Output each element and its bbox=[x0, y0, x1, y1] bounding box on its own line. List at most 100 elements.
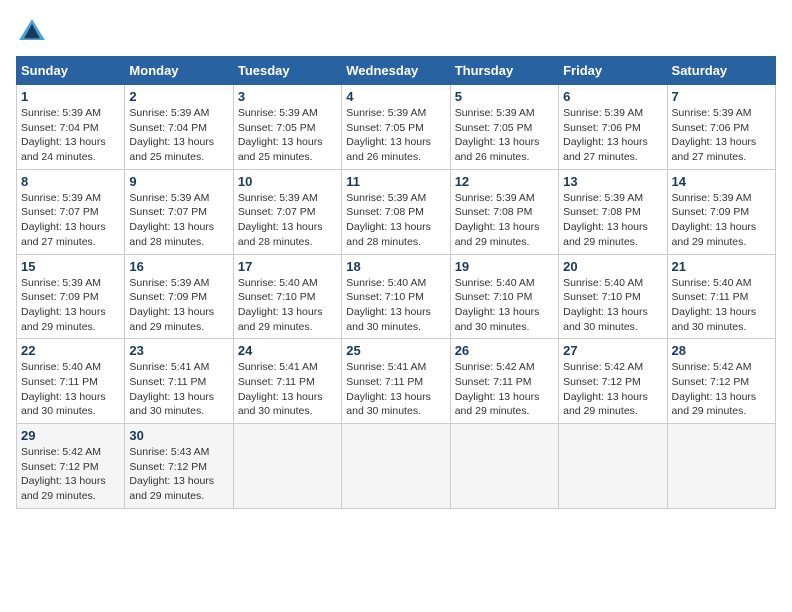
calendar-cell: 13 Sunrise: 5:39 AMSunset: 7:08 PMDayligh… bbox=[559, 169, 667, 254]
calendar-cell: 9 Sunrise: 5:39 AMSunset: 7:07 PMDaylight… bbox=[125, 169, 233, 254]
day-info: Sunrise: 5:39 AMSunset: 7:08 PMDaylight:… bbox=[563, 191, 662, 250]
calendar-cell: 15Sunrise: 5:39 AMSunset: 7:09 PMDayligh… bbox=[17, 254, 125, 339]
logo bbox=[16, 16, 52, 48]
calendar-cell bbox=[559, 424, 667, 509]
day-number: 15 bbox=[21, 259, 120, 274]
calendar-week-2: 8 Sunrise: 5:39 AMSunset: 7:07 PMDaylight… bbox=[17, 169, 776, 254]
day-header-monday: Monday bbox=[125, 57, 233, 85]
day-info: Sunrise: 5:39 AMSunset: 7:06 PMDaylight:… bbox=[672, 106, 771, 165]
day-number: 10 bbox=[238, 174, 337, 189]
day-number: 20 bbox=[563, 259, 662, 274]
day-info: Sunrise: 5:39 AMSunset: 7:05 PMDaylight:… bbox=[238, 106, 337, 165]
calendar-cell: 27 Sunrise: 5:42 AMSunset: 7:12 PMDayligh… bbox=[559, 339, 667, 424]
day-number: 8 bbox=[21, 174, 120, 189]
calendar-cell: 28 Sunrise: 5:42 AMSunset: 7:12 PMDayligh… bbox=[667, 339, 775, 424]
day-number: 3 bbox=[238, 89, 337, 104]
day-number: 13 bbox=[563, 174, 662, 189]
day-info: Sunrise: 5:39 AMSunset: 7:07 PMDaylight:… bbox=[21, 191, 120, 250]
calendar-cell: 5 Sunrise: 5:39 AMSunset: 7:05 PMDaylight… bbox=[450, 85, 558, 170]
calendar-cell: 11 Sunrise: 5:39 AMSunset: 7:08 PMDayligh… bbox=[342, 169, 450, 254]
day-number: 11 bbox=[346, 174, 445, 189]
day-info: Sunrise: 5:39 AMSunset: 7:05 PMDaylight:… bbox=[455, 106, 554, 165]
logo-icon bbox=[16, 16, 48, 48]
day-number: 5 bbox=[455, 89, 554, 104]
day-number: 17 bbox=[238, 259, 337, 274]
day-number: 25 bbox=[346, 343, 445, 358]
day-info: Sunrise: 5:41 AMSunset: 7:11 PMDaylight:… bbox=[346, 360, 445, 419]
calendar-week-3: 15 Sunrise: 5:39 AMSunset: 7:09 PMDayligh… bbox=[17, 254, 776, 339]
day-info: Sunrise: 5:40 AMSunset: 7:10 PMDaylight:… bbox=[455, 276, 554, 335]
day-number: 16 bbox=[129, 259, 228, 274]
day-number: 24 bbox=[238, 343, 337, 358]
calendar-cell: 19 Sunrise: 5:40 AMSunset: 7:10 PMDayligh… bbox=[450, 254, 558, 339]
calendar-cell: 17 Sunrise: 5:40 AMSunset: 7:10 PMDayligh… bbox=[233, 254, 341, 339]
calendar-cell: 23 Sunrise: 5:41 AMSunset: 7:11 PMDayligh… bbox=[125, 339, 233, 424]
calendar-cell: 29 Sunrise: 5:42 AMSunset: 7:12 PMDayligh… bbox=[17, 424, 125, 509]
day-number: 9 bbox=[129, 174, 228, 189]
calendar-cell: 12 Sunrise: 5:39 AMSunset: 7:08 PMDayligh… bbox=[450, 169, 558, 254]
calendar-cell: 8 Sunrise: 5:39 AMSunset: 7:07 PMDaylight… bbox=[17, 169, 125, 254]
day-info: Sunrise: 5:42 AMSunset: 7:12 PMDaylight:… bbox=[563, 360, 662, 419]
calendar-table: SundayMondayTuesdayWednesdayThursdayFrid… bbox=[16, 56, 776, 509]
calendar-cell bbox=[342, 424, 450, 509]
calendar-cell: 10 Sunrise: 5:39 AMSunset: 7:07 PMDayligh… bbox=[233, 169, 341, 254]
day-number: 1 bbox=[21, 89, 120, 104]
calendar-cell: 6Sunrise: 5:39 AMSunset: 7:06 PMDaylight… bbox=[559, 85, 667, 170]
day-header-thursday: Thursday bbox=[450, 57, 558, 85]
day-number: 29 bbox=[21, 428, 120, 443]
calendar-week-1: 1 Sunrise: 5:39 AMSunset: 7:04 PMDaylight… bbox=[17, 85, 776, 170]
day-number: 4 bbox=[346, 89, 445, 104]
calendar-cell bbox=[233, 424, 341, 509]
day-number: 18 bbox=[346, 259, 445, 274]
calendar-cell: 1 Sunrise: 5:39 AMSunset: 7:04 PMDaylight… bbox=[17, 85, 125, 170]
day-number: 23 bbox=[129, 343, 228, 358]
day-number: 6 bbox=[563, 89, 662, 104]
calendar-cell: 18Sunrise: 5:40 AMSunset: 7:10 PMDayligh… bbox=[342, 254, 450, 339]
calendar-cell: 30 Sunrise: 5:43 AMSunset: 7:12 PMDayligh… bbox=[125, 424, 233, 509]
calendar-cell: 7 Sunrise: 5:39 AMSunset: 7:06 PMDaylight… bbox=[667, 85, 775, 170]
day-info: Sunrise: 5:43 AMSunset: 7:12 PMDaylight:… bbox=[129, 445, 228, 504]
day-info: Sunrise: 5:39 AMSunset: 7:04 PMDaylight:… bbox=[21, 106, 120, 165]
calendar-week-5: 29 Sunrise: 5:42 AMSunset: 7:12 PMDayligh… bbox=[17, 424, 776, 509]
day-info: Sunrise: 5:39 AMSunset: 7:08 PMDaylight:… bbox=[346, 191, 445, 250]
day-header-tuesday: Tuesday bbox=[233, 57, 341, 85]
calendar-header-row: SundayMondayTuesdayWednesdayThursdayFrid… bbox=[17, 57, 776, 85]
day-info: Sunrise: 5:39 AMSunset: 7:07 PMDaylight:… bbox=[238, 191, 337, 250]
day-info: Sunrise: 5:39 AMSunset: 7:07 PMDaylight:… bbox=[129, 191, 228, 250]
day-info: Sunrise: 5:39 AMSunset: 7:09 PMDaylight:… bbox=[672, 191, 771, 250]
day-info: Sunrise: 5:40 AMSunset: 7:11 PMDaylight:… bbox=[21, 360, 120, 419]
day-number: 14 bbox=[672, 174, 771, 189]
page-header bbox=[16, 16, 776, 48]
calendar-cell: 3 Sunrise: 5:39 AMSunset: 7:05 PMDaylight… bbox=[233, 85, 341, 170]
day-info: Sunrise: 5:41 AMSunset: 7:11 PMDaylight:… bbox=[129, 360, 228, 419]
calendar-cell: 22Sunrise: 5:40 AMSunset: 7:11 PMDayligh… bbox=[17, 339, 125, 424]
day-info: Sunrise: 5:41 AMSunset: 7:11 PMDaylight:… bbox=[238, 360, 337, 419]
day-info: Sunrise: 5:39 AMSunset: 7:05 PMDaylight:… bbox=[346, 106, 445, 165]
day-number: 27 bbox=[563, 343, 662, 358]
calendar-cell: 14 Sunrise: 5:39 AMSunset: 7:09 PMDayligh… bbox=[667, 169, 775, 254]
day-info: Sunrise: 5:40 AMSunset: 7:10 PMDaylight:… bbox=[563, 276, 662, 335]
day-info: Sunrise: 5:42 AMSunset: 7:12 PMDaylight:… bbox=[672, 360, 771, 419]
calendar-cell: 16 Sunrise: 5:39 AMSunset: 7:09 PMDayligh… bbox=[125, 254, 233, 339]
day-number: 21 bbox=[672, 259, 771, 274]
day-number: 19 bbox=[455, 259, 554, 274]
day-info: Sunrise: 5:40 AMSunset: 7:11 PMDaylight:… bbox=[672, 276, 771, 335]
calendar-cell: 24 Sunrise: 5:41 AMSunset: 7:11 PMDayligh… bbox=[233, 339, 341, 424]
calendar-cell bbox=[450, 424, 558, 509]
day-number: 12 bbox=[455, 174, 554, 189]
calendar-cell bbox=[667, 424, 775, 509]
day-info: Sunrise: 5:42 AMSunset: 7:11 PMDaylight:… bbox=[455, 360, 554, 419]
day-number: 30 bbox=[129, 428, 228, 443]
day-number: 7 bbox=[672, 89, 771, 104]
day-info: Sunrise: 5:39 AMSunset: 7:08 PMDaylight:… bbox=[455, 191, 554, 250]
day-header-saturday: Saturday bbox=[667, 57, 775, 85]
day-info: Sunrise: 5:39 AMSunset: 7:09 PMDaylight:… bbox=[129, 276, 228, 335]
calendar-cell: 26 Sunrise: 5:42 AMSunset: 7:11 PMDayligh… bbox=[450, 339, 558, 424]
day-info: Sunrise: 5:40 AMSunset: 7:10 PMDaylight:… bbox=[238, 276, 337, 335]
day-info: Sunrise: 5:42 AMSunset: 7:12 PMDaylight:… bbox=[21, 445, 120, 504]
day-number: 26 bbox=[455, 343, 554, 358]
calendar-cell: 20 Sunrise: 5:40 AMSunset: 7:10 PMDayligh… bbox=[559, 254, 667, 339]
calendar-cell: 2Sunrise: 5:39 AMSunset: 7:04 PMDaylight… bbox=[125, 85, 233, 170]
day-header-wednesday: Wednesday bbox=[342, 57, 450, 85]
day-number: 28 bbox=[672, 343, 771, 358]
